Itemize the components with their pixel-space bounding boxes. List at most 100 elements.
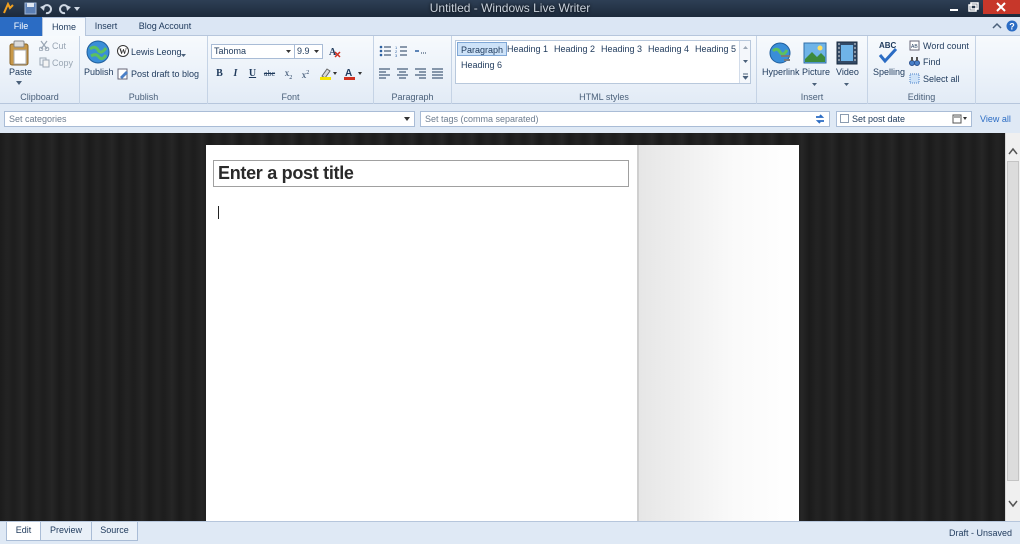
find-button[interactable]: Find (923, 57, 941, 67)
ribbon-tab-row: File Home Insert Blog Account ? (0, 17, 1020, 37)
font-color-icon[interactable]: A (344, 67, 364, 82)
minimize-button[interactable] (945, 0, 963, 14)
font-size-select[interactable]: 9.9 (294, 44, 323, 59)
subscript-button[interactable]: x2 (282, 67, 295, 81)
scroll-down-icon[interactable] (1008, 500, 1018, 508)
select-all-icon (909, 73, 920, 86)
picture-icon[interactable] (803, 41, 827, 67)
bold-button[interactable]: B (213, 67, 226, 80)
tab-blog-account[interactable]: Blog Account (130, 17, 200, 36)
style-heading-5[interactable]: Heading 5 (692, 42, 739, 56)
close-button[interactable] (983, 0, 1020, 14)
view-tab-preview[interactable]: Preview (40, 522, 92, 541)
categories-placeholder: Set categories (9, 114, 67, 124)
video-dropdown-icon[interactable] (844, 79, 850, 89)
scroll-thumb[interactable] (1007, 161, 1019, 481)
cut-icon (38, 40, 50, 53)
strikethrough-button[interactable]: abc (263, 67, 276, 80)
view-all-link[interactable]: View all (980, 114, 1011, 124)
help-icon[interactable]: ? (1006, 20, 1018, 34)
calendar-icon[interactable] (952, 114, 968, 124)
find-icon (909, 56, 920, 69)
align-left-icon[interactable] (379, 68, 391, 81)
align-center-icon[interactable] (397, 68, 409, 81)
font-size-value: 9.9 (297, 46, 310, 56)
blog-account-selector[interactable]: Lewis Leong (131, 47, 182, 57)
html-styles-group: Paragraph Heading 1 Heading 2 Heading 3 … (452, 36, 757, 104)
copy-icon (39, 57, 50, 70)
view-tab-edit[interactable]: Edit (6, 522, 41, 541)
restore-button[interactable] (964, 0, 982, 14)
highlight-icon[interactable] (319, 67, 337, 82)
copy-button[interactable]: Copy (52, 58, 73, 68)
insert-group-label: Insert (800, 92, 824, 102)
minimize-ribbon-icon[interactable] (992, 21, 1002, 33)
video-icon[interactable] (836, 41, 858, 67)
underline-button[interactable]: U (246, 67, 259, 80)
svg-text:3: 3 (395, 53, 398, 57)
post-date-field[interactable]: Set post date (836, 111, 972, 127)
svg-text:?: ? (1009, 22, 1015, 32)
picture-dropdown-icon[interactable] (812, 79, 818, 89)
paragraph-group: 123 Paragraph (374, 36, 452, 104)
tags-input[interactable]: Set tags (comma separated) (420, 111, 830, 127)
style-heading-1[interactable]: Heading 1 (504, 42, 551, 56)
bullet-list-icon[interactable] (379, 45, 392, 59)
account-dropdown-icon[interactable] (181, 50, 187, 60)
wordpress-icon: W (117, 45, 129, 59)
categories-select[interactable]: Set categories (4, 111, 415, 127)
editor-page[interactable]: Enter a post title (206, 145, 637, 521)
numbered-list-icon[interactable]: 123 (395, 45, 408, 59)
font-family-value: Tahoma (214, 46, 247, 56)
video-button[interactable]: Video (836, 67, 859, 77)
tab-home[interactable]: Home (42, 17, 86, 37)
editing-group-label: Editing (907, 92, 936, 102)
svg-text:AB: AB (911, 44, 918, 50)
vertical-scrollbar[interactable] (1005, 133, 1020, 521)
justify-icon[interactable] (432, 68, 444, 81)
select-all-button[interactable]: Select all (923, 74, 960, 84)
style-heading-6[interactable]: Heading 6 (458, 58, 505, 72)
refresh-tags-icon[interactable] (814, 113, 826, 125)
superscript-button[interactable]: x2 (299, 67, 312, 80)
paste-icon[interactable] (8, 40, 30, 68)
text-caret (218, 206, 219, 219)
svg-text:ABC: ABC (879, 41, 897, 50)
style-heading-4[interactable]: Heading 4 (645, 42, 692, 56)
style-paragraph[interactable]: Paragraph (457, 42, 508, 56)
blockquote-icon[interactable] (414, 45, 427, 59)
hyperlink-button[interactable]: Hyperlink (762, 67, 800, 77)
spelling-icon[interactable]: ABC (877, 39, 899, 67)
post-draft-button[interactable]: Post draft to blog (131, 69, 199, 79)
cut-button[interactable]: Cut (52, 41, 66, 51)
font-family-select[interactable]: Tahoma (211, 44, 295, 59)
publish-group-label: Publish (128, 92, 159, 102)
scroll-up-icon[interactable] (1008, 147, 1018, 155)
picture-button[interactable]: Picture (802, 67, 830, 77)
align-right-icon[interactable] (415, 68, 427, 81)
html-styles-group-label: HTML styles (579, 92, 629, 102)
word-count-button[interactable]: Word count (923, 41, 969, 51)
paste-button[interactable]: Paste (9, 67, 32, 77)
view-tab-source[interactable]: Source (91, 522, 138, 541)
hyperlink-icon[interactable] (768, 41, 792, 67)
tab-file[interactable]: File (0, 17, 42, 36)
editor-workspace: Enter a post title (0, 133, 1020, 521)
styles-gallery-scroller (739, 41, 750, 83)
paste-dropdown-icon[interactable] (16, 78, 23, 88)
style-heading-2[interactable]: Heading 2 (551, 42, 598, 56)
publish-button[interactable]: Publish (84, 67, 114, 77)
editing-group: ABC Spelling AB Word count Find Select a… (868, 36, 976, 104)
svg-text:W: W (119, 47, 127, 56)
post-draft-icon (117, 68, 129, 82)
style-heading-3[interactable]: Heading 3 (598, 42, 645, 56)
tab-insert[interactable]: Insert (88, 17, 124, 36)
clipboard-group: Paste Cut Copy Clipboard (0, 36, 80, 104)
italic-button[interactable]: I (229, 67, 242, 80)
publish-globe-icon[interactable] (86, 40, 110, 68)
post-title-input[interactable]: Enter a post title (213, 160, 629, 187)
clear-formatting-icon[interactable]: A (328, 45, 341, 60)
spelling-button[interactable]: Spelling (873, 67, 905, 77)
clipboard-group-label: Clipboard (20, 92, 59, 102)
post-date-checkbox[interactable] (840, 114, 849, 123)
